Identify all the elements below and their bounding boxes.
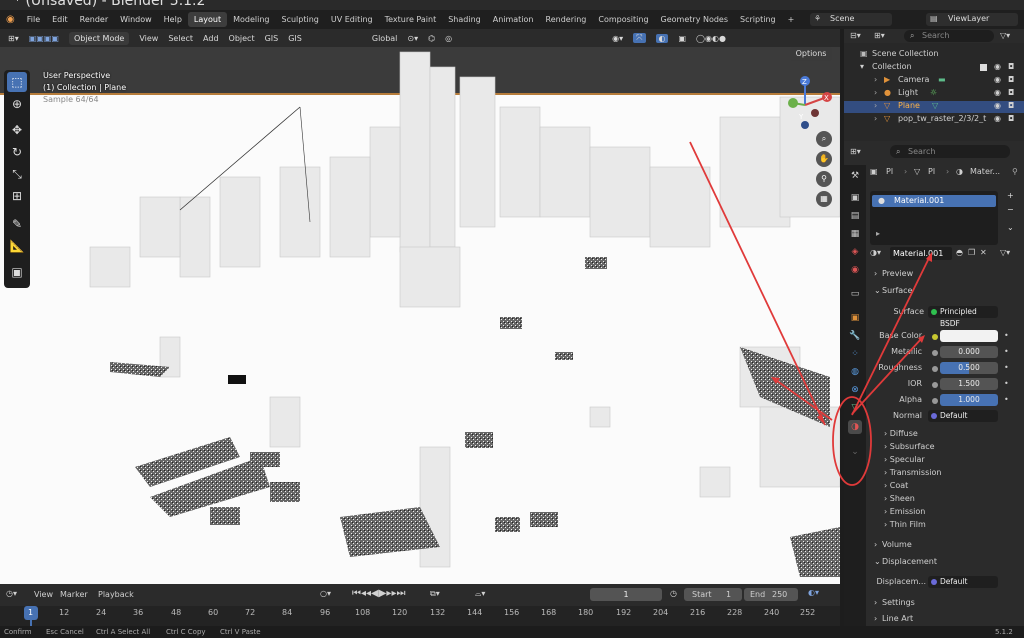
timeline-tick: 240: [764, 608, 780, 617]
status-bar: Confirm Esc Cancel Ctrl A Select All Ctr…: [0, 626, 1024, 638]
timeline-tick: 120: [392, 608, 408, 617]
annotation-circle: [832, 396, 872, 486]
annotation-arrow-3: [851, 337, 923, 415]
start-label: Start: [692, 590, 712, 599]
keyframe-toggle-icon[interactable]: ○▾: [320, 589, 331, 598]
view-toggle-icon[interactable]: ◐▾: [808, 588, 819, 597]
timeline-tick: 144: [467, 608, 483, 617]
timeline-tick: 72: [245, 608, 256, 617]
timeline-tick: 12: [59, 608, 70, 617]
end-frame-field[interactable]: End 250: [744, 588, 798, 601]
timeline-tick: 96: [320, 608, 331, 617]
sync-icon[interactable]: ⌓▾: [475, 589, 485, 599]
clock-icon[interactable]: ◷: [670, 589, 677, 598]
status-version: 5.1.2: [995, 628, 1013, 636]
status-copy: Ctrl C Copy: [166, 628, 206, 636]
timeline-track[interactable]: [0, 606, 840, 626]
timeline-tick: 252: [800, 608, 816, 617]
status-confirm: Confirm: [4, 628, 32, 636]
annotation-overlay: [689, 141, 932, 486]
annotation-arrow-2: [772, 377, 833, 421]
start-value: 1: [726, 590, 732, 599]
timeline-menu-playback[interactable]: Playback: [98, 590, 134, 599]
timeline-tick: 216: [690, 608, 706, 617]
timeline-tick: 48: [171, 608, 182, 617]
annotation-arrow-1: [689, 141, 826, 426]
end-value: 250: [772, 590, 788, 599]
timeline-tick: 156: [504, 608, 520, 617]
timeline-tick: 168: [541, 608, 557, 617]
playback-controls[interactable]: ⏮◂◂◀▶▸▸⏭: [352, 588, 405, 599]
start-frame-field[interactable]: Start 1: [684, 588, 742, 601]
timeline-menu-view[interactable]: View: [34, 590, 53, 599]
timeline-tick: 24: [96, 608, 107, 617]
current-frame-field[interactable]: 1: [590, 588, 662, 601]
timeline-tick: 84: [282, 608, 293, 617]
timeline-tick: 204: [653, 608, 669, 617]
timeline-tick: 180: [578, 608, 594, 617]
status-cancel: Esc Cancel: [46, 628, 84, 636]
status-select-all: Ctrl A Select All: [96, 628, 151, 636]
keying-icon[interactable]: ⧉▾: [430, 589, 440, 599]
timeline-tick: 108: [355, 608, 371, 617]
timeline-tick: 60: [208, 608, 219, 617]
annotation-arrow-4: [851, 255, 931, 416]
status-paste: Ctrl V Paste: [220, 628, 261, 636]
timeline-tick: 132: [430, 608, 446, 617]
timeline-tick: 228: [727, 608, 743, 617]
timeline-tick: 1: [28, 608, 34, 617]
annotation-arrowhead-1: [817, 414, 825, 425]
timeline: ◷▾ View Marker Playback ○▾ ⏮◂◂◀▶▸▸⏭ ⧉▾ ⌓…: [0, 584, 840, 626]
timeline-tick: 192: [616, 608, 632, 617]
timeline-tick: 36: [133, 608, 144, 617]
timeline-editor-icon[interactable]: ◷▾: [6, 589, 17, 598]
end-label: End: [750, 590, 766, 599]
timeline-menu-marker[interactable]: Marker: [60, 590, 88, 599]
